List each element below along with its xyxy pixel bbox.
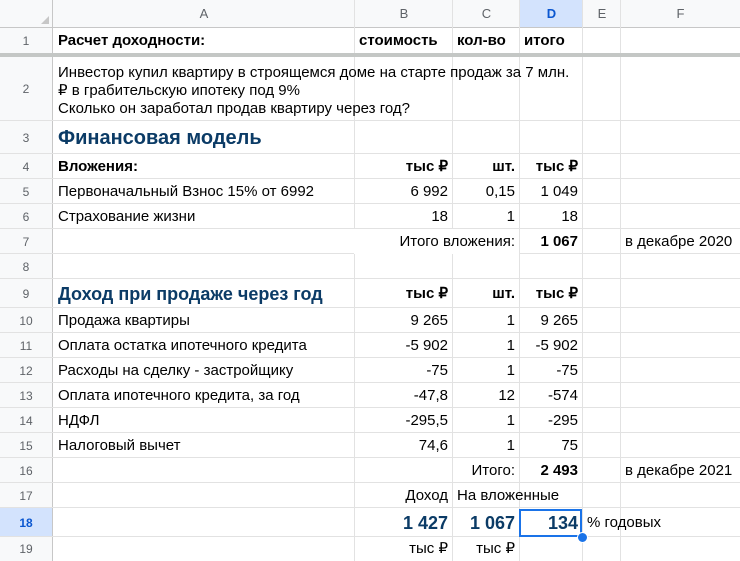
cell-c5[interactable]: 0,15 [453,179,519,204]
cell-d15[interactable]: 75 [520,433,582,458]
cell-b12[interactable]: -75 [355,358,452,383]
cell-a15[interactable]: Налоговый вычет [54,433,354,458]
cell-d1[interactable]: итого [520,28,582,53]
cell-f7[interactable]: в декабре 2020 [621,229,740,254]
cell-c10[interactable]: 1 [453,308,519,333]
column-header-f[interactable]: F [621,0,740,28]
cell-d6[interactable]: 18 [520,204,582,229]
cell-a2-question[interactable]: Инвестор купил квартиру в строящемся дом… [54,60,584,120]
column-header-e[interactable]: E [583,0,621,28]
frozen-row-divider[interactable] [0,53,740,57]
select-all-corner[interactable] [0,0,53,28]
column-header-b[interactable]: B [355,0,453,28]
cell-b14[interactable]: -295,5 [355,408,452,433]
cell-c6[interactable]: 1 [453,204,519,229]
cell-b13[interactable]: -47,8 [355,383,452,408]
cell-b18[interactable]: 1 427 [355,508,452,537]
cell-f16[interactable]: в декабре 2021 [621,458,740,483]
row-header-11[interactable]: 11 [0,333,53,358]
fill-handle[interactable] [577,532,588,543]
cell-b19[interactable]: тыс ₽ [355,537,452,561]
cell-c13[interactable]: 12 [453,383,519,408]
column-header-d[interactable]: D [520,0,583,28]
row-header-9[interactable]: 9 [0,279,53,308]
cell-c7-total-label[interactable]: Итого вложения: [354,229,519,254]
cell-e18[interactable]: % годовых [583,508,703,537]
cell-b5[interactable]: 6 992 [355,179,452,204]
cell-d7[interactable]: 1 067 [520,229,582,254]
cell-c9[interactable]: шт. [453,279,519,308]
cell-a3-section-title[interactable]: Финансовая модель [54,121,354,154]
active-cell-selection [519,509,582,537]
cell-a12[interactable]: Расходы на сделку - застройщику [54,358,354,383]
row-header-7[interactable]: 7 [0,229,53,254]
cell-a14[interactable]: НДФЛ [54,408,354,433]
cell-b10[interactable]: 9 265 [355,308,452,333]
row-header-2[interactable]: 2 [0,57,53,121]
row-header-19[interactable]: 19 [0,537,53,561]
cell-d14[interactable]: -295 [520,408,582,433]
cell-d9[interactable]: тыс ₽ [520,279,582,308]
cell-c16-total-label[interactable]: Итого: [453,458,519,483]
cell-b11[interactable]: -5 902 [355,333,452,358]
row-header-1[interactable]: 1 [0,28,53,53]
row-header-8[interactable]: 8 [0,254,53,279]
row-header-12[interactable]: 12 [0,358,53,383]
cell-c11[interactable]: 1 [453,333,519,358]
row-header-18[interactable]: 18 [0,508,53,537]
cell-a4[interactable]: Вложения: [54,154,354,179]
row-header-10[interactable]: 10 [0,308,53,333]
cell-a6[interactable]: Страхование жизни [54,204,354,229]
cell-c14[interactable]: 1 [453,408,519,433]
cell-a5[interactable]: Первоначальный Взнос 15% от 6992 [54,179,354,204]
cell-d12[interactable]: -75 [520,358,582,383]
column-header-c[interactable]: C [453,0,520,28]
row-header-6[interactable]: 6 [0,204,53,229]
cell-d10[interactable]: 9 265 [520,308,582,333]
cell-c1[interactable]: кол-во [453,28,519,53]
spreadsheet-grid[interactable]: A B C D E F 1 2 3 4 5 6 7 8 9 10 11 12 1… [0,0,740,561]
row-header-16[interactable]: 16 [0,458,53,483]
cell-c12[interactable]: 1 [453,358,519,383]
cell-c19[interactable]: тыс ₽ [453,537,519,561]
cell-a11[interactable]: Оплата остатка ипотечного кредита [54,333,354,358]
cell-a9-section-title[interactable]: Доход при продаже через год [54,279,354,308]
row-header-5[interactable]: 5 [0,179,53,204]
cell-d4[interactable]: тыс ₽ [520,154,582,179]
row-header-15[interactable]: 15 [0,433,53,458]
row-header-13[interactable]: 13 [0,383,53,408]
cell-d11[interactable]: -5 902 [520,333,582,358]
cell-b9[interactable]: тыс ₽ [355,279,452,308]
row-header-4[interactable]: 4 [0,154,53,179]
cell-a1[interactable]: Расчет доходности: [54,28,354,53]
cell-b15[interactable]: 74,6 [355,433,452,458]
row-header-14[interactable]: 14 [0,408,53,433]
cell-d16[interactable]: 2 493 [520,458,582,483]
cell-c17[interactable]: На вложенные [453,483,583,508]
cell-c18[interactable]: 1 067 [453,508,519,537]
cell-b1[interactable]: стоимость [355,28,452,53]
cell-c15[interactable]: 1 [453,433,519,458]
cell-a10[interactable]: Продажа квартиры [54,308,354,333]
cell-b6[interactable]: 18 [355,204,452,229]
cell-d13[interactable]: -574 [520,383,582,408]
cell-a13[interactable]: Оплата ипотечного кредита, за год [54,383,354,408]
cell-c4[interactable]: шт. [453,154,519,179]
cell-d5[interactable]: 1 049 [520,179,582,204]
column-header-a[interactable]: A [53,0,355,28]
cell-b17[interactable]: Доход [355,483,452,508]
cell-b4[interactable]: тыс ₽ [355,154,452,179]
row-header-17[interactable]: 17 [0,483,53,508]
row-header-3[interactable]: 3 [0,121,53,154]
